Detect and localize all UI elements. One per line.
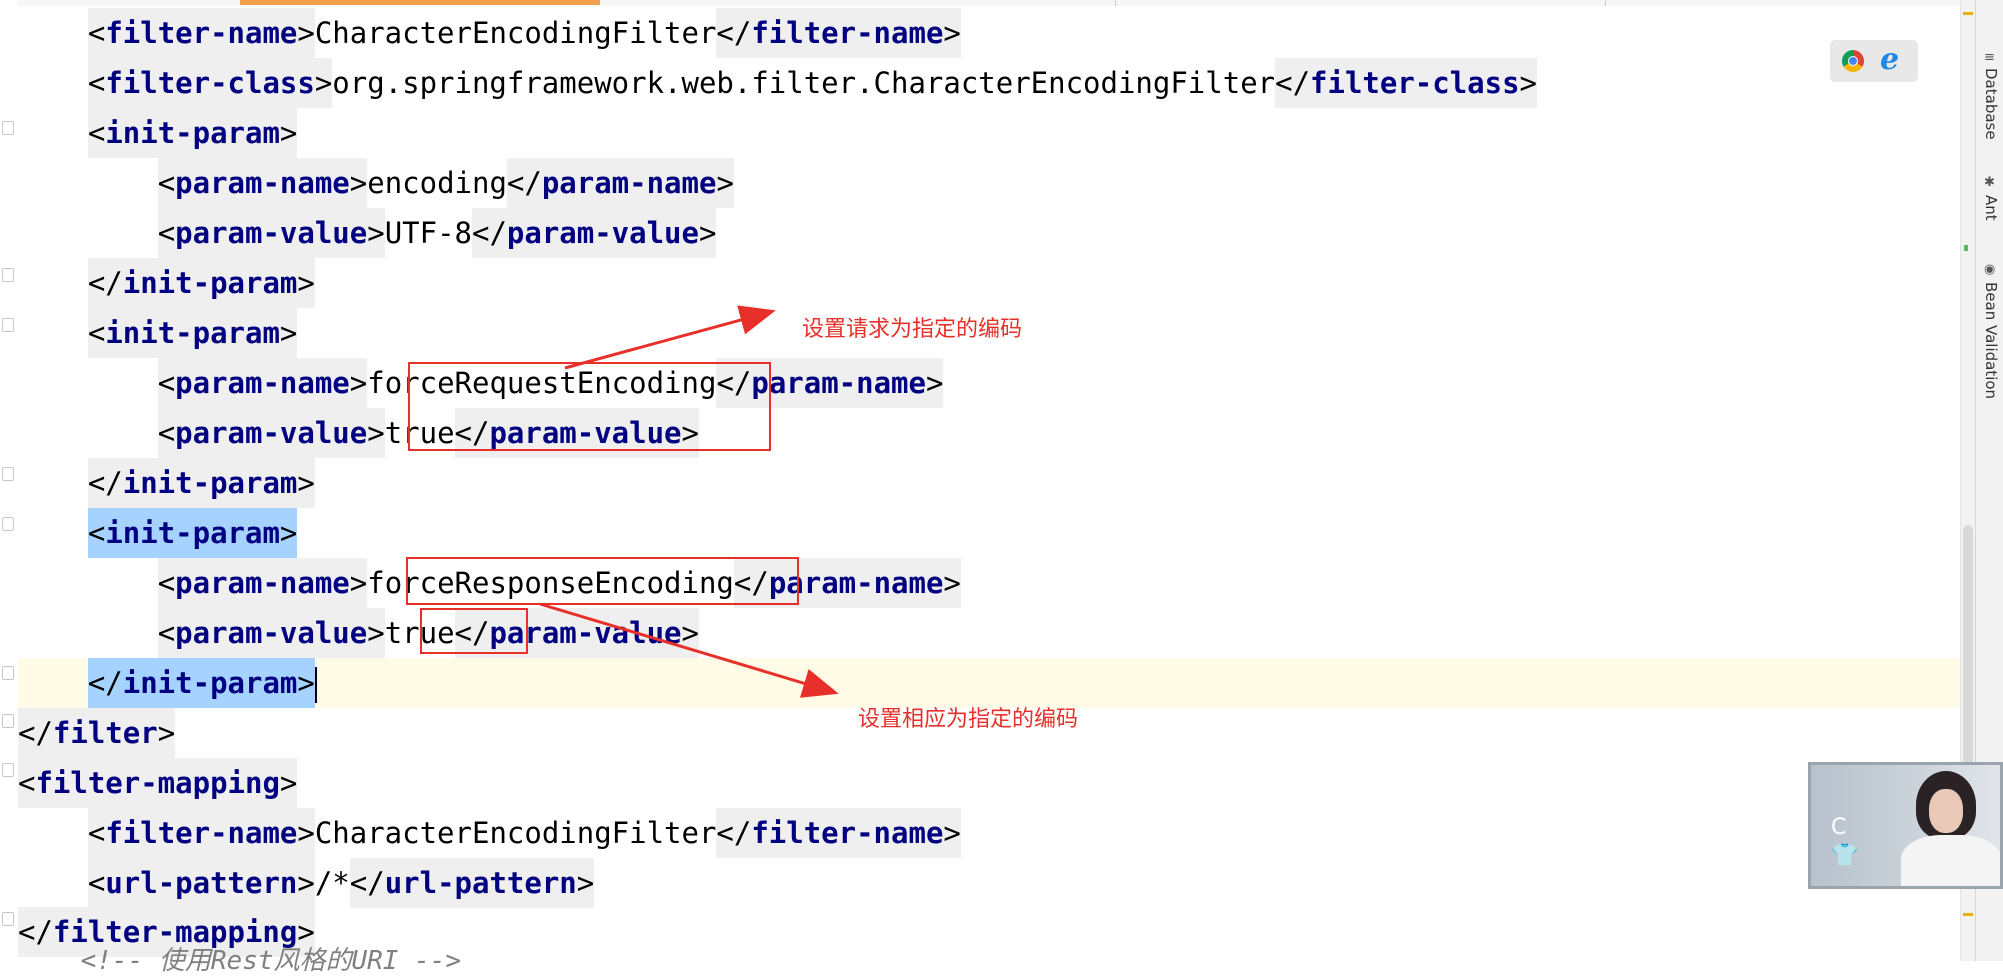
response-arrow: [539, 602, 839, 698]
webcam-overlay: C 👕: [1808, 762, 2003, 889]
change-marker[interactable]: [1964, 245, 1968, 251]
bean-validation-icon: ◉: [1984, 262, 1996, 277]
browser-preview-bar: e: [1830, 40, 1918, 82]
response-encoding-note: 设置相应为指定的编码: [858, 707, 1079, 732]
request-encoding-note: 设置请求为指定的编码: [802, 317, 1023, 342]
ant-icon: ✱: [1984, 175, 1995, 190]
annotation-arrows: [539, 305, 839, 698]
sidebar-tab-bean-validation[interactable]: ◉ Bean Validation: [1976, 262, 2003, 412]
database-icon: ≡: [1984, 50, 1995, 65]
webcam-shirt-icon: 👕: [1831, 843, 1859, 868]
presenter-face: [1929, 789, 1963, 833]
sidebar-tab-database[interactable]: ≡ Database: [1976, 48, 2003, 148]
presenter-body: [1901, 835, 2000, 886]
scrollbar-thumb[interactable]: [1963, 525, 1973, 765]
sidebar-tab-ant[interactable]: ✱ Ant: [1976, 175, 2003, 235]
internet-explorer-icon[interactable]: e: [1880, 44, 1899, 76]
webcam-letter: C: [1831, 815, 1847, 840]
warning-marker[interactable]: [1963, 12, 1973, 15]
warning-marker[interactable]: [1963, 913, 1973, 916]
request-arrow: [564, 305, 776, 370]
chrome-icon[interactable]: [1842, 50, 1864, 72]
